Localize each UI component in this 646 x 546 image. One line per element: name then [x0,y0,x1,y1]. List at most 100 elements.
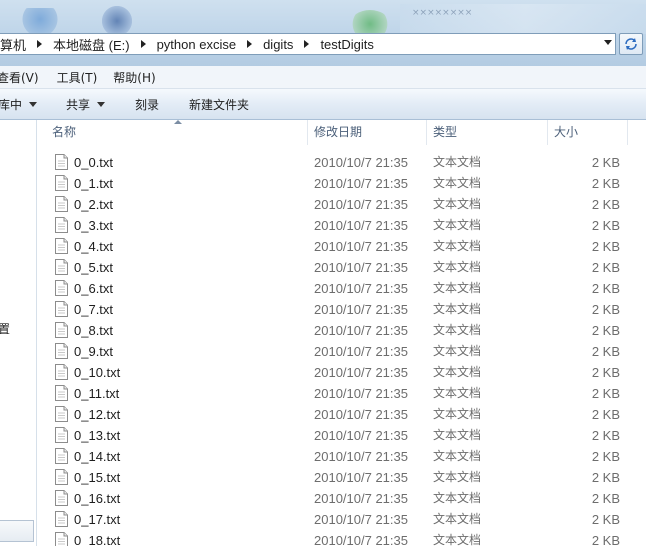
file-row[interactable]: 0_5.txt 2010/10/7 21:35 文本文档 2 KB [37,257,646,278]
file-name: 0_18.txt [74,533,121,546]
file-type: 文本文档 [433,281,482,295]
breadcrumb-arrow-icon[interactable] [303,40,311,48]
text-file-icon [55,175,68,191]
column-header-date[interactable]: 修改日期 [314,120,362,145]
file-size: 2 KB [591,512,620,527]
file-row[interactable]: 0_10.txt 2010/10/7 21:35 文本文档 2 KB [37,362,646,383]
file-row[interactable]: 0_15.txt 2010/10/7 21:35 文本文档 2 KB [37,467,646,488]
breadcrumb-digits[interactable]: digits [263,34,293,54]
file-row[interactable]: 0_4.txt 2010/10/7 21:35 文本文档 2 KB [37,236,646,257]
new-folder-button[interactable]: 新建文件夹 [189,96,249,113]
file-modified-date: 2010/10/7 21:35 [314,386,408,401]
file-name: 0_17.txt [74,512,121,527]
refresh-button[interactable] [619,33,643,55]
refresh-icon [625,38,637,50]
column-header-size[interactable]: 大小 [554,120,578,145]
file-modified-date: 2010/10/7 21:35 [314,491,408,506]
file-name: 0_13.txt [74,428,121,443]
text-file-icon [55,469,68,485]
file-type: 文本文档 [433,512,482,526]
file-type: 文本文档 [433,176,482,190]
breadcrumb-testdigits[interactable]: testDigits [320,34,373,54]
file-name: 0_1.txt [74,176,114,191]
file-row[interactable]: 0_1.txt 2010/10/7 21:35 文本文档 2 KB [37,173,646,194]
file-modified-date: 2010/10/7 21:35 [314,281,408,296]
file-modified-date: 2010/10/7 21:35 [314,176,408,191]
text-file-icon [55,280,68,296]
file-type: 文本文档 [433,386,482,400]
file-type: 文本文档 [433,239,482,253]
file-type: 文本文档 [433,218,482,232]
background-app-icon [102,6,132,36]
file-name: 0_2.txt [74,197,114,212]
file-type: 文本文档 [433,365,482,379]
menu-tools[interactable]: 工具(T) [57,69,98,86]
navigation-pane[interactable]: 置 [0,120,37,546]
file-row[interactable]: 0_7.txt 2010/10/7 21:35 文本文档 2 KB [37,299,646,320]
file-row[interactable]: 0_0.txt 2010/10/7 21:35 文本文档 2 KB [37,152,646,173]
file-modified-date: 2010/10/7 21:35 [314,344,408,359]
breadcrumb-computer[interactable]: 算机 [0,34,26,54]
file-size: 2 KB [591,491,620,506]
file-row[interactable]: 0_8.txt 2010/10/7 21:35 文本文档 2 KB [37,320,646,341]
file-size: 2 KB [591,155,620,170]
file-row[interactable]: 0_13.txt 2010/10/7 21:35 文本文档 2 KB [37,425,646,446]
menu-help[interactable]: 帮助(H) [113,69,155,86]
file-row[interactable]: 0_3.txt 2010/10/7 21:35 文本文档 2 KB [37,215,646,236]
breadcrumb-arrow-icon[interactable] [140,40,148,48]
file-type: 文本文档 [433,260,482,274]
include-in-library-button[interactable]: 库中 [0,96,38,113]
breadcrumb-local-disk[interactable]: 本地磁盘 (E:) [53,34,130,54]
file-modified-date: 2010/10/7 21:35 [314,512,408,527]
file-name: 0_4.txt [74,239,114,254]
file-row[interactable]: 0_14.txt 2010/10/7 21:35 文本文档 2 KB [37,446,646,467]
burn-button[interactable]: 刻录 [135,96,159,113]
nav-horizontal-scrollbar[interactable] [0,520,34,542]
breadcrumb-arrow-icon[interactable] [36,40,44,48]
file-type: 文本文档 [433,302,482,316]
menu-view[interactable]: 查看(V) [0,69,39,86]
file-size: 2 KB [591,176,620,191]
file-modified-date: 2010/10/7 21:35 [314,407,408,422]
text-file-icon [55,511,68,527]
address-bar[interactable]: 算机 本地磁盘 (E:) python excise digits testDi… [0,33,616,55]
file-row[interactable]: 0_17.txt 2010/10/7 21:35 文本文档 2 KB [37,509,646,530]
file-size: 2 KB [591,344,620,359]
file-modified-date: 2010/10/7 21:35 [314,449,408,464]
file-modified-date: 2010/10/7 21:35 [314,323,408,338]
text-file-icon [55,532,68,546]
file-row[interactable]: 0_11.txt 2010/10/7 21:35 文本文档 2 KB [37,383,646,404]
file-type: 文本文档 [433,491,482,505]
file-modified-date: 2010/10/7 21:35 [314,260,408,275]
sort-ascending-icon [174,120,182,124]
column-divider[interactable] [547,120,548,145]
text-file-icon [55,238,68,254]
include-in-library-label: 库中 [0,97,23,112]
column-header-type[interactable]: 类型 [433,120,457,145]
file-size: 2 KB [591,323,620,338]
file-type: 文本文档 [433,155,482,169]
file-type: 文本文档 [433,533,482,546]
file-row[interactable]: 0_6.txt 2010/10/7 21:35 文本文档 2 KB [37,278,646,299]
file-name: 0_16.txt [74,491,121,506]
file-modified-date: 2010/10/7 21:35 [314,155,408,170]
file-type: 文本文档 [433,428,482,442]
file-row[interactable]: 0_16.txt 2010/10/7 21:35 文本文档 2 KB [37,488,646,509]
file-row[interactable]: 0_2.txt 2010/10/7 21:35 文本文档 2 KB [37,194,646,215]
address-history-dropdown-icon[interactable] [604,40,612,45]
file-row[interactable]: 0_12.txt 2010/10/7 21:35 文本文档 2 KB [37,404,646,425]
column-divider[interactable] [307,120,308,145]
file-size: 2 KB [591,281,620,296]
breadcrumb-arrow-icon[interactable] [246,40,254,48]
file-modified-date: 2010/10/7 21:35 [314,302,408,317]
file-row[interactable]: 0_18.txt 2010/10/7 21:35 文本文档 2 KB [37,530,646,546]
file-size: 2 KB [591,470,620,485]
file-row[interactable]: 0_9.txt 2010/10/7 21:35 文本文档 2 KB [37,341,646,362]
column-divider[interactable] [426,120,427,145]
share-button[interactable]: 共享 [66,96,106,113]
file-size: 2 KB [591,239,620,254]
column-divider[interactable] [627,120,628,145]
nav-item-label[interactable]: 置 [0,320,10,337]
column-header-name[interactable]: 名称 [52,120,76,145]
breadcrumb-python-excise[interactable]: python excise [157,34,237,54]
